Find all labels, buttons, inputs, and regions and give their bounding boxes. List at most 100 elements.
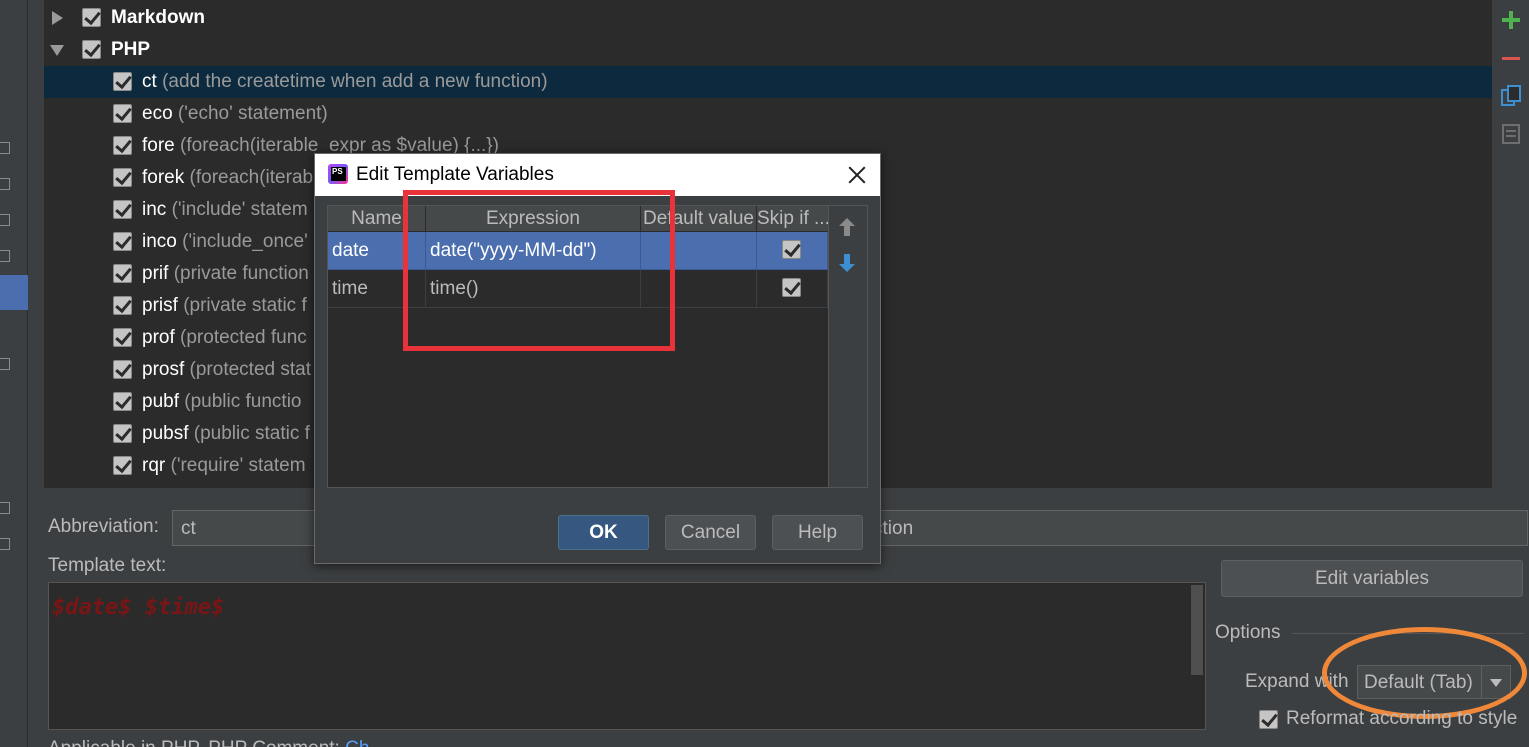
annotation-ellipse xyxy=(1322,627,1527,719)
list-icon[interactable] xyxy=(1500,123,1522,145)
template-item-text: inco ('include_once' xyxy=(142,231,308,253)
strip-selected-item[interactable] xyxy=(0,275,28,310)
abbreviation-input[interactable]: ct xyxy=(172,510,332,546)
checkbox-icon[interactable] xyxy=(113,456,132,475)
strip-icon[interactable] xyxy=(0,538,10,550)
template-abbreviation: inc xyxy=(142,199,167,220)
reformat-checkbox[interactable] xyxy=(1259,710,1278,729)
template-abbreviation: pubf xyxy=(142,391,179,412)
template-item-text: eco ('echo' statement) xyxy=(142,103,328,125)
template-abbreviation: inco xyxy=(142,231,177,252)
checkbox-icon[interactable] xyxy=(82,40,101,59)
plus-icon[interactable] xyxy=(1500,9,1522,31)
template-abbreviation: prif xyxy=(142,263,169,284)
template-code: $date$ $time$ xyxy=(52,595,225,620)
template-item[interactable]: eco ('echo' statement) xyxy=(44,98,1492,130)
template-abbreviation: forek xyxy=(142,167,185,188)
tree-group-markdown[interactable]: Markdown xyxy=(44,2,1492,34)
checkbox-icon[interactable] xyxy=(113,392,132,411)
template-abbreviation: prisf xyxy=(142,295,178,316)
checkbox-icon[interactable] xyxy=(113,136,132,155)
abbreviation-label: Abbreviation: xyxy=(48,516,159,537)
table-side-panel xyxy=(829,205,868,488)
template-abbreviation: fore xyxy=(142,135,175,156)
template-item-text: forek (foreach(iterab xyxy=(142,167,313,189)
template-description: (protected func xyxy=(180,327,307,348)
checkbox-icon[interactable] xyxy=(82,8,101,27)
template-abbreviation: eco xyxy=(142,103,173,124)
checkbox-icon[interactable] xyxy=(113,360,132,379)
strip-icon[interactable] xyxy=(0,178,10,190)
options-heading: Options xyxy=(1215,622,1281,643)
group-label: PHP xyxy=(111,39,151,60)
template-description: (add the createtime when add a new funct… xyxy=(162,71,548,92)
template-text-label: Template text: xyxy=(48,555,167,576)
minus-icon[interactable] xyxy=(1500,47,1522,69)
template-scrollbar[interactable] xyxy=(1191,585,1203,675)
template-item-text: pubsf (public static f xyxy=(142,423,310,445)
description-input[interactable]: ction xyxy=(860,510,1528,546)
checkbox-icon[interactable] xyxy=(782,240,801,259)
collapse-arrow-icon[interactable] xyxy=(50,45,64,56)
template-text-editor[interactable]: $date$ $time$ xyxy=(48,582,1206,730)
template-abbreviation: rqr xyxy=(142,455,166,476)
expand-arrow-icon[interactable] xyxy=(52,11,63,25)
template-item-text: ct (add the createtime when add a new fu… xyxy=(142,71,548,93)
strip-icon[interactable] xyxy=(0,250,10,262)
strip-icon[interactable] xyxy=(0,142,10,154)
template-item-text: rqr ('require' statem xyxy=(142,455,306,477)
checkbox-icon[interactable] xyxy=(113,72,132,91)
template-abbreviation: pubsf xyxy=(142,423,189,444)
edit-variables-button[interactable]: Edit variables xyxy=(1221,560,1523,597)
annotation-rectangle xyxy=(403,190,675,351)
template-item-text: pubf (public functio xyxy=(142,391,302,413)
left-tool-strip xyxy=(0,0,28,747)
checkbox-icon[interactable] xyxy=(113,424,132,443)
checkbox-icon[interactable] xyxy=(113,328,132,347)
template-description: (foreach(iterab xyxy=(189,167,314,188)
phpstorm-icon xyxy=(328,164,348,184)
template-description: (public functio xyxy=(184,391,302,412)
template-description: (private static f xyxy=(183,295,307,316)
strip-icon[interactable] xyxy=(0,214,10,226)
reformat-label: Reformat according to style xyxy=(1286,708,1518,729)
checkbox-icon[interactable] xyxy=(113,104,132,123)
cell-skip[interactable] xyxy=(757,232,828,270)
cancel-button[interactable]: Cancel xyxy=(665,515,756,550)
template-item-text: prif (private function xyxy=(142,263,309,285)
checkbox-icon[interactable] xyxy=(113,200,132,219)
arrow-down-icon[interactable] xyxy=(839,254,855,272)
ok-button[interactable]: OK xyxy=(558,515,649,550)
template-description: (private function xyxy=(173,263,309,284)
checkbox-icon[interactable] xyxy=(782,278,801,297)
cell-skip[interactable] xyxy=(757,270,828,308)
copy-icon[interactable] xyxy=(1500,85,1522,107)
tree-group-php[interactable]: PHP xyxy=(44,34,1492,66)
template-description: ('require' statem xyxy=(170,455,306,476)
strip-icon[interactable] xyxy=(0,502,10,514)
strip-icon[interactable] xyxy=(0,358,10,370)
checkbox-icon[interactable] xyxy=(113,232,132,251)
template-item[interactable]: ct (add the createtime when add a new fu… xyxy=(44,66,1492,98)
close-icon[interactable] xyxy=(844,162,870,188)
column-header-skip[interactable]: Skip if ... xyxy=(757,206,828,232)
applicable-label: Applicable in PHP, PHP Comment; xyxy=(48,738,345,747)
dialog-title: Edit Template Variables xyxy=(356,164,554,185)
help-button[interactable]: Help xyxy=(772,515,863,550)
arrow-up-icon[interactable] xyxy=(839,218,855,236)
checkbox-icon[interactable] xyxy=(113,168,132,187)
template-item-text: prof (protected func xyxy=(142,327,307,349)
template-abbreviation: prosf xyxy=(142,359,185,380)
template-description: ('echo' statement) xyxy=(177,103,328,124)
change-contexts-link[interactable]: Ch xyxy=(345,738,369,747)
template-item-text: prosf (protected stat xyxy=(142,359,311,381)
checkbox-icon[interactable] xyxy=(113,296,132,315)
template-description: ('include' statem xyxy=(171,199,308,220)
applicable-contexts: Applicable in PHP, PHP Comment; Ch xyxy=(48,738,369,747)
checkbox-icon[interactable] xyxy=(113,264,132,283)
template-description: (protected stat xyxy=(189,359,311,380)
template-item-text: prisf (private static f xyxy=(142,295,307,317)
group-label: Markdown xyxy=(111,7,205,28)
template-abbreviation: prof xyxy=(142,327,175,348)
template-description: ('include_once' xyxy=(182,231,308,252)
